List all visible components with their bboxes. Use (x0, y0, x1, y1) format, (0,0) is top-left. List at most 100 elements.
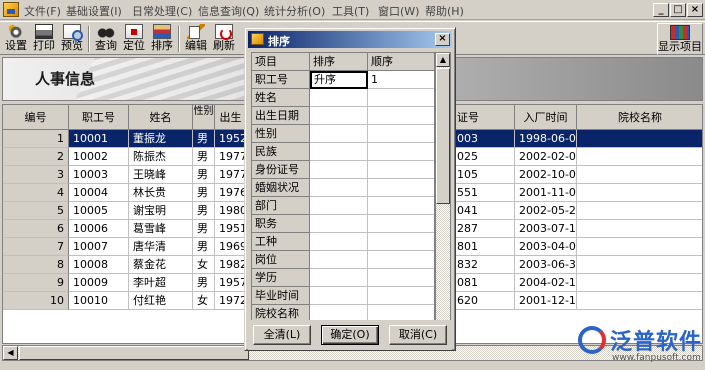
cell-name: 唐华清 (129, 238, 193, 256)
edit-icon (187, 24, 205, 39)
menu-help[interactable]: 帮助(H) (425, 3, 464, 19)
sort-order-cell[interactable] (368, 287, 434, 305)
menu-info-query[interactable]: 信息查询(Q) (198, 3, 259, 19)
cell-school (577, 274, 702, 292)
sort-direction-cell[interactable] (310, 179, 368, 197)
scroll-left-button[interactable]: ◀ (3, 346, 18, 360)
sort-direction-cell[interactable] (310, 161, 368, 179)
sort-row[interactable]: 毕业时间 (252, 287, 434, 305)
display-items-button[interactable]: 显示项目 (657, 23, 703, 55)
menu-basic-settings[interactable]: 基础设置(I) (66, 3, 122, 19)
cell-sex: 男 (193, 184, 215, 202)
sort-row[interactable]: 部门 (252, 197, 434, 215)
cell-sex: 男 (193, 220, 215, 238)
sort-row[interactable]: 出生日期 (252, 107, 434, 125)
menu-file[interactable]: 文件(F) (24, 3, 61, 19)
close-button[interactable]: × (687, 3, 703, 17)
dialog-close-button[interactable]: × (435, 33, 450, 46)
sort-direction-cell[interactable] (310, 125, 368, 143)
sort-order-cell[interactable] (368, 251, 434, 269)
restore-button[interactable]: □ (670, 3, 686, 17)
cell-employee-id: 10009 (69, 274, 129, 292)
sort-order-cell[interactable] (368, 125, 434, 143)
sort-direction-cell[interactable] (310, 143, 368, 161)
app-icon[interactable] (3, 2, 19, 17)
header-number[interactable]: 编号 (3, 105, 69, 130)
sort-order-cell[interactable] (368, 107, 434, 125)
cell-name: 蔡金花 (129, 256, 193, 274)
cell-birth: 1980- (215, 202, 247, 220)
preview-button[interactable]: 预览 (58, 23, 86, 55)
cancel-button[interactable]: 取消(C) (389, 325, 447, 345)
sort-direction-cell[interactable] (310, 269, 368, 287)
sort-order-cell[interactable]: 1 (368, 71, 434, 89)
sort-fields-grid[interactable]: 项目 排序 顺序 职工号 升序 1 姓名 出生日期 性别 民族 身份证号 婚姻状… (251, 52, 435, 343)
logo-mark-icon (578, 326, 606, 354)
header-id-card[interactable]: 证号 (455, 105, 515, 130)
cell-sex: 男 (193, 274, 215, 292)
clear-all-button[interactable]: 全清(L) (253, 325, 311, 345)
cell-employee-id: 10008 (69, 256, 129, 274)
row-number: 10 (3, 292, 69, 310)
header-sex[interactable]: 性别 (193, 105, 215, 130)
sort-direction-cell[interactable] (310, 197, 368, 215)
cell-birth: 1951- (215, 220, 247, 238)
cell-id-card: 041 (455, 202, 515, 220)
ok-button[interactable]: 确定(O) (321, 325, 379, 345)
scroll-up-button[interactable]: ▲ (436, 53, 450, 67)
header-join-date[interactable]: 入厂时间 (515, 105, 577, 130)
refresh-label: 刷新 (213, 39, 235, 52)
header-employee-id[interactable]: 职工号 (69, 105, 129, 130)
sort-row[interactable]: 民族 (252, 143, 434, 161)
cell-sex: 女 (193, 292, 215, 310)
sort-direction-cell[interactable]: 升序 (310, 71, 368, 89)
header-sort: 排序 (310, 53, 368, 71)
sort-row[interactable]: 姓名 (252, 89, 434, 107)
sort-order-cell[interactable] (368, 179, 434, 197)
sort-order-cell[interactable] (368, 269, 434, 287)
scroll-thumb[interactable] (19, 346, 249, 360)
cell-join-date: 2001-12-11 (515, 292, 577, 310)
cell-employee-id: 10007 (69, 238, 129, 256)
sort-row[interactable]: 岗位 (252, 251, 434, 269)
sort-button[interactable]: 排序 (148, 23, 176, 55)
sort-row[interactable]: 学历 (252, 269, 434, 287)
header-birth[interactable]: 出生 (215, 105, 247, 130)
sort-row[interactable]: 工种 (252, 233, 434, 251)
dialog-vertical-scrollbar[interactable]: ▲ (435, 52, 451, 343)
sort-order-cell[interactable] (368, 215, 434, 233)
sort-order-cell[interactable] (368, 89, 434, 107)
sort-order-cell[interactable] (368, 143, 434, 161)
cell-school (577, 292, 702, 310)
sort-row[interactable]: 性别 (252, 125, 434, 143)
sort-direction-cell[interactable] (310, 107, 368, 125)
cell-birth: 1976- (215, 184, 247, 202)
refresh-button[interactable]: 刷新 (210, 23, 238, 55)
sort-order-cell[interactable] (368, 233, 434, 251)
menu-tools[interactable]: 工具(T) (332, 3, 369, 19)
sort-row[interactable]: 婚姻状况 (252, 179, 434, 197)
menu-daily-processing[interactable]: 日常处理(C) (132, 3, 192, 19)
menu-window[interactable]: 窗口(W) (378, 3, 419, 19)
sort-row-item: 职工号 (252, 71, 310, 89)
header-school[interactable]: 院校名称 (577, 105, 702, 130)
locate-icon (125, 24, 143, 39)
sort-row[interactable]: 职工号 升序 1 (252, 71, 434, 89)
cell-id-card: 801 (455, 238, 515, 256)
header-name[interactable]: 姓名 (129, 105, 193, 130)
sort-order-cell[interactable] (368, 161, 434, 179)
sort-row[interactable]: 职务 (252, 215, 434, 233)
dialog-title-bar[interactable]: 排序 × (248, 31, 452, 48)
sort-direction-cell[interactable] (310, 287, 368, 305)
sort-row[interactable]: 身份证号 (252, 161, 434, 179)
sort-direction-cell[interactable] (310, 89, 368, 107)
sort-direction-cell[interactable] (310, 215, 368, 233)
sort-direction-cell[interactable] (310, 233, 368, 251)
sort-row-item: 部门 (252, 197, 310, 215)
scroll-thumb[interactable] (436, 68, 450, 204)
menu-statistics[interactable]: 统计分析(O) (264, 3, 325, 19)
minimize-button[interactable]: _ (653, 3, 669, 17)
cell-employee-id: 10004 (69, 184, 129, 202)
sort-direction-cell[interactable] (310, 251, 368, 269)
sort-order-cell[interactable] (368, 197, 434, 215)
